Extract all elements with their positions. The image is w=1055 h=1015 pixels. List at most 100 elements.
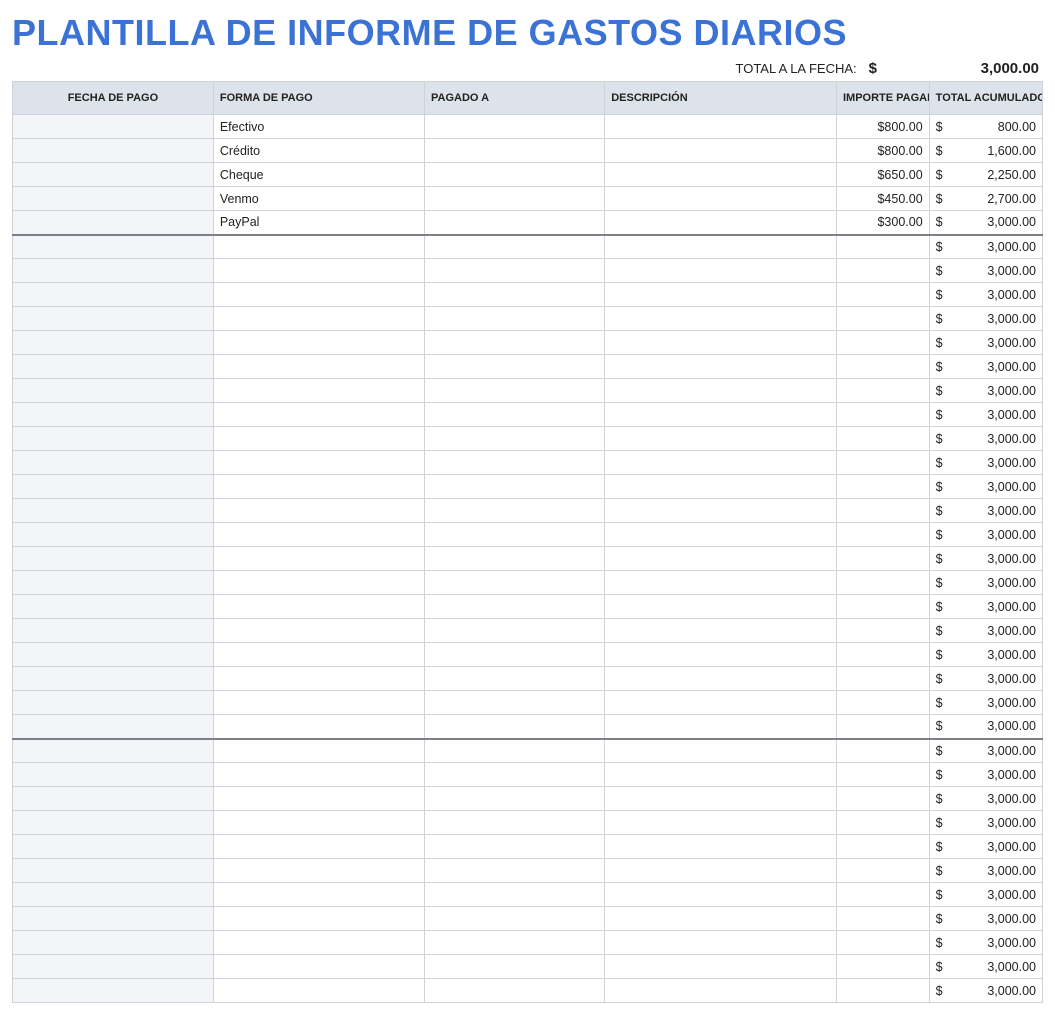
- cell-importe[interactable]: [836, 763, 929, 787]
- cell-forma[interactable]: [213, 955, 424, 979]
- cell-descripcion[interactable]: [605, 115, 837, 139]
- cell-total-acumulado[interactable]: $3,000.00: [929, 235, 1042, 259]
- cell-importe[interactable]: [836, 931, 929, 955]
- cell-total-acumulado[interactable]: $3,000.00: [929, 907, 1042, 931]
- cell-total-acumulado[interactable]: $3,000.00: [929, 307, 1042, 331]
- cell-pagado-a[interactable]: [424, 115, 604, 139]
- cell-pagado-a[interactable]: [424, 715, 604, 739]
- cell-forma[interactable]: [213, 691, 424, 715]
- cell-fecha[interactable]: [13, 547, 214, 571]
- cell-importe[interactable]: [836, 523, 929, 547]
- cell-importe[interactable]: [836, 859, 929, 883]
- cell-total-acumulado[interactable]: $3,000.00: [929, 835, 1042, 859]
- cell-descripcion[interactable]: [605, 691, 837, 715]
- cell-fecha[interactable]: [13, 643, 214, 667]
- cell-forma[interactable]: [213, 643, 424, 667]
- cell-pagado-a[interactable]: [424, 859, 604, 883]
- cell-total-acumulado[interactable]: $3,000.00: [929, 739, 1042, 763]
- cell-fecha[interactable]: [13, 595, 214, 619]
- cell-total-acumulado[interactable]: $3,000.00: [929, 571, 1042, 595]
- cell-pagado-a[interactable]: [424, 499, 604, 523]
- cell-importe[interactable]: [836, 355, 929, 379]
- cell-forma[interactable]: [213, 667, 424, 691]
- cell-total-acumulado[interactable]: $3,000.00: [929, 523, 1042, 547]
- cell-forma[interactable]: [213, 355, 424, 379]
- cell-descripcion[interactable]: [605, 379, 837, 403]
- cell-forma[interactable]: Cheque: [213, 163, 424, 187]
- cell-descripcion[interactable]: [605, 907, 837, 931]
- cell-forma[interactable]: [213, 235, 424, 259]
- cell-fecha[interactable]: [13, 451, 214, 475]
- cell-forma[interactable]: [213, 547, 424, 571]
- cell-pagado-a[interactable]: [424, 355, 604, 379]
- cell-pagado-a[interactable]: [424, 571, 604, 595]
- cell-pagado-a[interactable]: [424, 691, 604, 715]
- cell-descripcion[interactable]: [605, 667, 837, 691]
- cell-descripcion[interactable]: [605, 355, 837, 379]
- cell-total-acumulado[interactable]: $3,000.00: [929, 643, 1042, 667]
- cell-importe[interactable]: [836, 331, 929, 355]
- cell-forma[interactable]: [213, 283, 424, 307]
- cell-descripcion[interactable]: [605, 523, 837, 547]
- cell-importe[interactable]: [836, 571, 929, 595]
- cell-pagado-a[interactable]: [424, 763, 604, 787]
- cell-importe[interactable]: [836, 739, 929, 763]
- cell-pagado-a[interactable]: [424, 331, 604, 355]
- cell-pagado-a[interactable]: [424, 955, 604, 979]
- cell-importe[interactable]: [836, 499, 929, 523]
- cell-forma[interactable]: [213, 259, 424, 283]
- cell-descripcion[interactable]: [605, 451, 837, 475]
- cell-forma[interactable]: [213, 787, 424, 811]
- cell-total-acumulado[interactable]: $3,000.00: [929, 667, 1042, 691]
- cell-fecha[interactable]: [13, 571, 214, 595]
- cell-pagado-a[interactable]: [424, 307, 604, 331]
- cell-total-acumulado[interactable]: $3,000.00: [929, 955, 1042, 979]
- cell-total-acumulado[interactable]: $3,000.00: [929, 283, 1042, 307]
- cell-fecha[interactable]: [13, 931, 214, 955]
- cell-forma[interactable]: [213, 475, 424, 499]
- cell-descripcion[interactable]: [605, 307, 837, 331]
- cell-total-acumulado[interactable]: $3,000.00: [929, 931, 1042, 955]
- cell-importe[interactable]: [836, 667, 929, 691]
- cell-total-acumulado[interactable]: $3,000.00: [929, 691, 1042, 715]
- cell-importe[interactable]: [836, 787, 929, 811]
- cell-importe[interactable]: [836, 235, 929, 259]
- cell-fecha[interactable]: [13, 955, 214, 979]
- cell-forma[interactable]: [213, 883, 424, 907]
- cell-pagado-a[interactable]: [424, 547, 604, 571]
- cell-forma[interactable]: Efectivo: [213, 115, 424, 139]
- cell-fecha[interactable]: [13, 835, 214, 859]
- cell-fecha[interactable]: [13, 979, 214, 1003]
- cell-forma[interactable]: [213, 451, 424, 475]
- cell-descripcion[interactable]: [605, 211, 837, 235]
- cell-fecha[interactable]: [13, 355, 214, 379]
- cell-descripcion[interactable]: [605, 571, 837, 595]
- cell-total-acumulado[interactable]: $3,000.00: [929, 475, 1042, 499]
- cell-total-acumulado[interactable]: $3,000.00: [929, 499, 1042, 523]
- cell-total-acumulado[interactable]: $3,000.00: [929, 403, 1042, 427]
- cell-descripcion[interactable]: [605, 859, 837, 883]
- cell-forma[interactable]: [213, 331, 424, 355]
- cell-pagado-a[interactable]: [424, 739, 604, 763]
- cell-total-acumulado[interactable]: $3,000.00: [929, 787, 1042, 811]
- cell-pagado-a[interactable]: [424, 883, 604, 907]
- cell-descripcion[interactable]: [605, 835, 837, 859]
- cell-pagado-a[interactable]: [424, 931, 604, 955]
- cell-forma[interactable]: PayPal: [213, 211, 424, 235]
- cell-forma[interactable]: [213, 931, 424, 955]
- cell-total-acumulado[interactable]: $3,000.00: [929, 859, 1042, 883]
- cell-fecha[interactable]: [13, 259, 214, 283]
- cell-descripcion[interactable]: [605, 931, 837, 955]
- cell-forma[interactable]: [213, 811, 424, 835]
- cell-descripcion[interactable]: [605, 283, 837, 307]
- cell-fecha[interactable]: [13, 691, 214, 715]
- cell-fecha[interactable]: [13, 523, 214, 547]
- cell-descripcion[interactable]: [605, 259, 837, 283]
- cell-descripcion[interactable]: [605, 787, 837, 811]
- cell-total-acumulado[interactable]: $3,000.00: [929, 619, 1042, 643]
- cell-pagado-a[interactable]: [424, 403, 604, 427]
- cell-descripcion[interactable]: [605, 643, 837, 667]
- cell-pagado-a[interactable]: [424, 907, 604, 931]
- cell-fecha[interactable]: [13, 907, 214, 931]
- cell-descripcion[interactable]: [605, 739, 837, 763]
